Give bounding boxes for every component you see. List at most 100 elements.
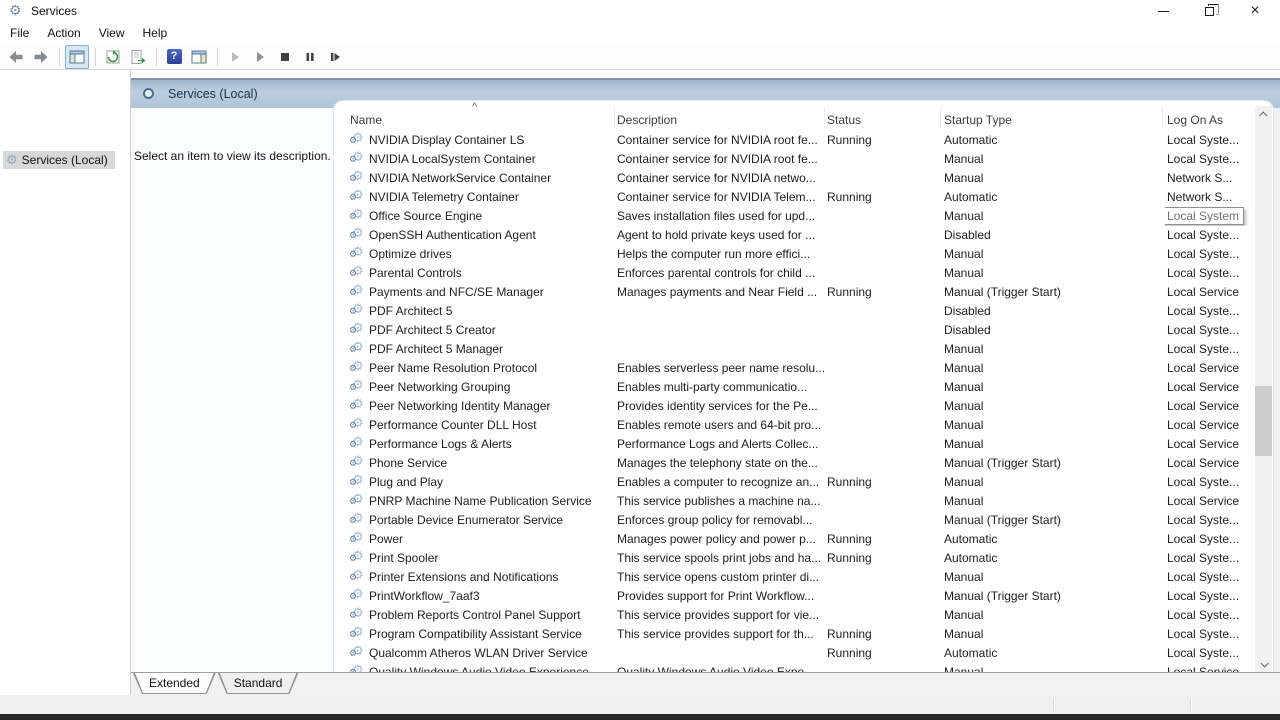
close-button[interactable]: × bbox=[1232, 0, 1278, 22]
service-name: PDF Architect 5 Manager bbox=[369, 340, 503, 359]
column-divider[interactable] bbox=[824, 106, 825, 128]
table-row[interactable]: ⚙⚙ Qualcomm Atheros WLAN Driver Service … bbox=[334, 644, 1256, 663]
table-row[interactable]: ⚙⚙ Print Spooler This service spools pri… bbox=[334, 549, 1256, 568]
table-row[interactable]: ⚙⚙ Payments and NFC/SE Manager Manages p… bbox=[334, 283, 1256, 302]
refresh-icon bbox=[105, 49, 121, 65]
column-divider[interactable] bbox=[614, 106, 615, 128]
service-status bbox=[825, 435, 942, 454]
menu-view[interactable]: View bbox=[90, 22, 134, 44]
start-service-button[interactable] bbox=[223, 45, 247, 69]
menu-file[interactable]: File bbox=[1, 22, 38, 44]
back-button[interactable] bbox=[4, 45, 28, 69]
table-row[interactable]: ⚙⚙ Peer Networking Identity Manager Prov… bbox=[334, 397, 1256, 416]
service-description: Manages power policy and power p... bbox=[615, 530, 825, 549]
forward-button[interactable] bbox=[29, 45, 53, 69]
table-row[interactable]: ⚙⚙ PDF Architect 5 Manager Manual Local … bbox=[334, 340, 1256, 359]
show-console-tree-button[interactable] bbox=[65, 45, 89, 69]
service-log-on-as: Local Syste... bbox=[1167, 340, 1239, 359]
stop-service-button[interactable] bbox=[273, 45, 297, 69]
minimize-button[interactable] bbox=[1140, 0, 1186, 22]
services-node-icon bbox=[143, 88, 154, 99]
service-log-on-as: Local Syste... bbox=[1167, 549, 1239, 568]
export-list-button[interactable] bbox=[126, 45, 150, 69]
table-row[interactable]: ⚙⚙ Peer Name Resolution Protocol Enables… bbox=[334, 359, 1256, 378]
service-log-on-as: Local Syste... bbox=[1167, 302, 1239, 321]
service-name: PDF Architect 5 Creator bbox=[369, 321, 496, 340]
table-row[interactable]: ⚙⚙ Phone Service Manages the telephony s… bbox=[334, 454, 1256, 473]
column-header-startup-type[interactable]: Startup Type bbox=[942, 113, 1165, 131]
service-gear-icon: ⚙⚙ bbox=[351, 418, 366, 433]
table-row[interactable]: ⚙⚙ NVIDIA Telemetry Container Container … bbox=[334, 188, 1256, 207]
column-divider[interactable] bbox=[1162, 106, 1163, 128]
tab-extended-label: Extended bbox=[133, 673, 216, 693]
scrollbar-thumb[interactable] bbox=[1255, 386, 1272, 456]
service-name: Optimize drives bbox=[369, 245, 452, 264]
table-row[interactable]: ⚙⚙ Portable Device Enumerator Service En… bbox=[334, 511, 1256, 530]
service-gear-icon: ⚙⚙ bbox=[351, 456, 366, 471]
titlebar: ⚙ Services × bbox=[0, 0, 1280, 22]
restart-service-button[interactable] bbox=[323, 45, 347, 69]
service-log-on-as: Local Syste... bbox=[1167, 644, 1239, 663]
service-status bbox=[825, 302, 942, 321]
table-row[interactable]: ⚙⚙ OpenSSH Authentication Agent Agent to… bbox=[334, 226, 1256, 245]
table-row[interactable]: ⚙⚙ NVIDIA Display Container LS Container… bbox=[334, 131, 1256, 150]
table-row[interactable]: ⚙⚙ PDF Architect 5 Creator Disabled Loca… bbox=[334, 321, 1256, 340]
scroll-down-button[interactable] bbox=[1255, 655, 1272, 672]
service-gear-icon: ⚙⚙ bbox=[351, 342, 366, 357]
show-action-pane-icon bbox=[191, 49, 207, 65]
service-gear-icon: ⚙⚙ bbox=[351, 152, 366, 167]
column-header-status[interactable]: Status bbox=[825, 113, 942, 131]
tab-standard[interactable]: Standard bbox=[218, 673, 299, 694]
menu-action[interactable]: Action bbox=[38, 22, 89, 44]
table-row[interactable]: ⚙⚙ NVIDIA NetworkService Container Conta… bbox=[334, 169, 1256, 188]
service-log-on-as: Local Service bbox=[1167, 378, 1239, 397]
toolbar-separator bbox=[156, 48, 157, 66]
restore-button[interactable] bbox=[1186, 0, 1232, 22]
show-action-pane-button[interactable] bbox=[187, 45, 211, 69]
service-log-on-as: Local Service bbox=[1167, 416, 1239, 435]
column-divider[interactable] bbox=[940, 106, 941, 128]
table-row[interactable]: ⚙⚙ Quality Windows Audio Video Experienc… bbox=[334, 663, 1256, 672]
table-row[interactable]: ⚙⚙ Peer Networking Grouping Enables mult… bbox=[334, 378, 1256, 397]
service-status bbox=[825, 321, 942, 340]
table-row[interactable]: ⚙⚙ Power Manages power policy and power … bbox=[334, 530, 1256, 549]
table-row[interactable]: ⚙⚙ Problem Reports Control Panel Support… bbox=[334, 606, 1256, 625]
table-row[interactable]: ⚙⚙ Performance Counter DLL Host Enables … bbox=[334, 416, 1256, 435]
table-row[interactable]: ⚙⚙ Printer Extensions and Notifications … bbox=[334, 568, 1256, 587]
menubar: File Action View Help bbox=[0, 22, 1280, 44]
table-row[interactable]: ⚙⚙ Performance Logs & Alerts Performance… bbox=[334, 435, 1256, 454]
table-row[interactable]: ⚙⚙ Plug and Play Enables a computer to r… bbox=[334, 473, 1256, 492]
service-log-on-as: Local Syste... bbox=[1167, 245, 1239, 264]
resume-service-button[interactable] bbox=[248, 45, 272, 69]
service-gear-icon: ⚙⚙ bbox=[351, 285, 366, 300]
column-header-log-on-as[interactable]: Log On As bbox=[1165, 113, 1256, 131]
refresh-button[interactable] bbox=[101, 45, 125, 69]
service-name: PrintWorkflow_7aaf3 bbox=[369, 587, 480, 606]
table-row[interactable]: ⚙⚙ NVIDIA LocalSystem Container Containe… bbox=[334, 150, 1256, 169]
service-description: Provides identity services for the Pe... bbox=[615, 397, 825, 416]
service-gear-icon: ⚙⚙ bbox=[351, 665, 366, 672]
table-row[interactable]: ⚙⚙ Optimize drives Helps the computer ru… bbox=[334, 245, 1256, 264]
tree-item-services-local[interactable]: ⚙ Services (Local) bbox=[3, 151, 115, 169]
table-row[interactable]: ⚙⚙ PNRP Machine Name Publication Service… bbox=[334, 492, 1256, 511]
service-log-on-as: Local Syste... bbox=[1167, 264, 1239, 283]
service-log-on-as: Local Syste... bbox=[1167, 321, 1239, 340]
menu-help[interactable]: Help bbox=[134, 22, 177, 44]
stop-service-icon bbox=[278, 50, 292, 64]
help-button[interactable]: ? bbox=[162, 45, 186, 69]
column-header-name[interactable]: Name bbox=[334, 113, 615, 131]
table-row[interactable]: ⚙⚙ PrintWorkflow_7aaf3 Provides support … bbox=[334, 587, 1256, 606]
table-row[interactable]: ⚙⚙ Program Compatibility Assistant Servi… bbox=[334, 625, 1256, 644]
column-header-description[interactable]: Description bbox=[615, 113, 825, 131]
service-gear-icon: ⚙⚙ bbox=[351, 133, 366, 148]
table-row[interactable]: ⚙⚙ Parental Controls Enforces parental c… bbox=[334, 264, 1256, 283]
service-startup-type: Manual bbox=[942, 245, 1165, 264]
table-row[interactable]: ⚙⚙ PDF Architect 5 Disabled Local Syste.… bbox=[334, 302, 1256, 321]
scroll-up-button[interactable] bbox=[1255, 106, 1272, 123]
vertical-scrollbar[interactable] bbox=[1255, 106, 1272, 672]
table-row[interactable]: ⚙⚙ Office Source Engine Saves installati… bbox=[334, 207, 1256, 226]
pause-service-button[interactable] bbox=[298, 45, 322, 69]
description-placeholder: Select an item to view its description. bbox=[134, 149, 331, 163]
service-name: PNRP Machine Name Publication Service bbox=[369, 492, 592, 511]
tab-extended[interactable]: Extended bbox=[133, 673, 216, 694]
